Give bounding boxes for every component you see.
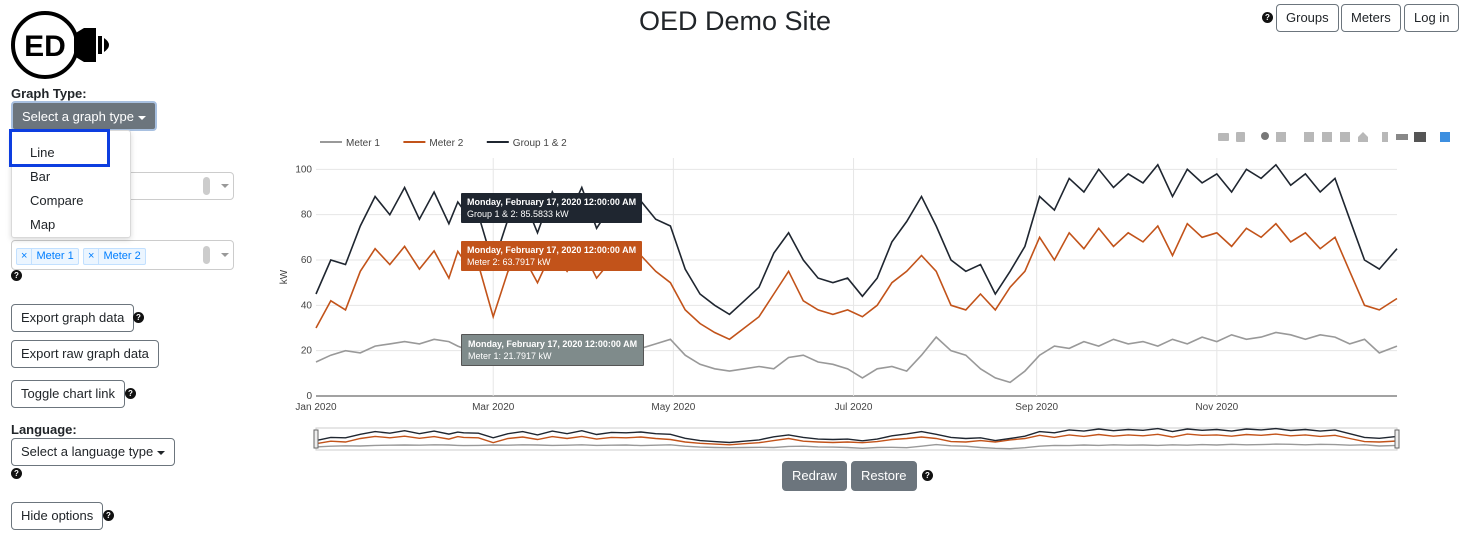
line-chart[interactable]: Meter 1 Meter 2 Group 1 & 2 0 20 40 60 80 100 Jan… (270, 130, 1410, 460)
menu-item-bar[interactable]: Bar (30, 169, 50, 184)
selected-meter-tag[interactable]: × Meter 2 (83, 248, 146, 265)
menu-item-map[interactable]: Map (30, 217, 55, 232)
scroll-thumb (203, 177, 210, 195)
tooltip-value: Group 1 & 2: 85.5833 kW (467, 209, 569, 219)
tooltip-meter1: Monday, February 17, 2020 12:00:00 AM Me… (461, 334, 645, 366)
close-icon[interactable]: × (17, 249, 33, 264)
logo: ED (10, 10, 118, 80)
chevron-down-icon[interactable] (221, 184, 229, 188)
y-tick-label: 40 (301, 300, 313, 311)
redraw-button[interactable]: Redraw (782, 461, 847, 491)
chart-svg[interactable]: Meter 1 Meter 2 Group 1 & 2 0 20 40 60 80 100 Jan… (270, 130, 1410, 460)
export-graph-data-button[interactable]: Export graph data (11, 304, 135, 332)
language-button-label: Select a language type (21, 444, 154, 459)
meters-button[interactable]: Meters (1341, 4, 1401, 32)
chevron-down-icon (138, 115, 147, 120)
range-slider-handle-right[interactable] (1394, 429, 1400, 449)
logo-text: ED (24, 30, 66, 63)
x-tick-label: Jul 2020 (835, 402, 873, 413)
language-label: Language: (11, 422, 77, 437)
graph-type-button-label: Select a graph type (22, 109, 135, 124)
help-icon[interactable]: ? (11, 270, 22, 281)
help-icon[interactable]: ? (103, 510, 114, 521)
scroll-thumb (203, 246, 210, 264)
login-button[interactable]: Log in (1404, 4, 1460, 32)
y-tick-label: 20 (301, 346, 313, 357)
graph-type-label: Graph Type: (11, 86, 87, 101)
graph-type-dropdown-button[interactable]: Select a graph type (11, 101, 158, 131)
plotly-logo-icon[interactable] (1440, 132, 1450, 142)
export-raw-graph-data-button[interactable]: Export raw graph data (11, 340, 159, 368)
page-title: OED Demo Site (638, 6, 832, 36)
x-tick-label: Mar 2020 (472, 402, 515, 413)
series-line[interactable] (315, 163, 1398, 316)
tooltip-date: Monday, February 17, 2020 12:00:00 AM (468, 339, 638, 349)
tooltip-date: Monday, February 17, 2020 12:00:00 AM (467, 197, 637, 207)
legend-label[interactable]: Meter 2 (429, 138, 463, 149)
restore-button[interactable]: Restore (851, 461, 917, 491)
tooltip-value: Meter 1: 21.7917 kW (468, 351, 552, 361)
menu-item-compare[interactable]: Compare (30, 193, 83, 208)
legend-label[interactable]: Meter 1 (346, 138, 380, 149)
x-tick-label: Jan 2020 (295, 402, 337, 413)
line-highlight-box (9, 129, 110, 167)
hover-compare-icon[interactable] (1414, 132, 1426, 142)
legend-label[interactable]: Group 1 & 2 (513, 138, 567, 149)
meter-select[interactable]: × Meter 1 × Meter 2 (11, 240, 234, 270)
y-tick-label: 0 (306, 391, 312, 402)
help-icon[interactable]: ? (1262, 12, 1273, 23)
y-tick-label: 100 (295, 164, 312, 175)
selected-meter-label: Meter 1 (36, 250, 74, 262)
selected-meter-tag[interactable]: × Meter 1 (16, 248, 79, 265)
help-icon[interactable]: ? (11, 468, 22, 479)
selected-meter-label: Meter 2 (103, 250, 141, 262)
x-tick-label: Nov 2020 (1195, 402, 1238, 413)
x-tick-label: May 2020 (651, 402, 695, 413)
language-dropdown-button[interactable]: Select a language type (11, 438, 176, 466)
y-tick-label: 60 (301, 255, 313, 266)
groups-button[interactable]: Groups (1276, 4, 1339, 32)
help-icon[interactable]: ? (133, 312, 144, 323)
help-icon[interactable]: ? (125, 388, 136, 399)
close-icon[interactable]: × (84, 249, 100, 264)
y-axis-label: kW (279, 269, 290, 284)
hide-options-button[interactable]: Hide options (11, 502, 104, 530)
toggle-chart-link-button[interactable]: Toggle chart link (11, 380, 125, 408)
chevron-down-icon[interactable] (221, 253, 229, 257)
tooltip-meter2: Monday, February 17, 2020 12:00:00 AM Me… (461, 241, 643, 271)
tooltip-date: Monday, February 17, 2020 12:00:00 AM (467, 245, 637, 255)
range-slider-handle-left[interactable] (313, 429, 319, 449)
y-tick-label: 80 (301, 210, 313, 221)
chevron-down-icon (157, 450, 166, 455)
tooltip-group: Monday, February 17, 2020 12:00:00 AM Gr… (461, 193, 643, 223)
x-tick-label: Sep 2020 (1015, 402, 1058, 413)
tooltip-value: Meter 2: 63.7917 kW (467, 257, 551, 267)
help-icon[interactable]: ? (922, 470, 933, 481)
